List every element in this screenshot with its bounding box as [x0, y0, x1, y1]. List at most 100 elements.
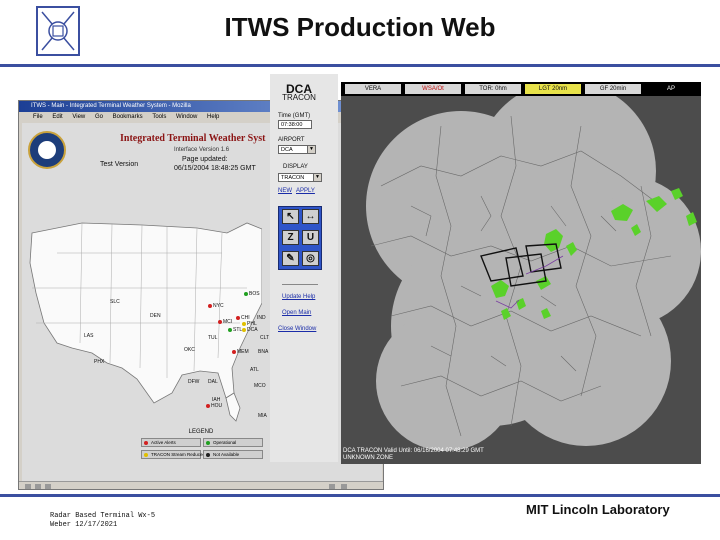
app-title: Integrated Terminal Weather Syst [120, 133, 266, 144]
security-lock-icon [329, 484, 335, 489]
airport-marker-den[interactable]: DEN [150, 313, 161, 319]
chevron-down-icon: ▼ [313, 174, 321, 181]
airport-marker-atl[interactable]: ATL [250, 367, 259, 373]
slide-title: ITWS Production Web [224, 12, 496, 42]
display-select[interactable]: TRACON ▼ [278, 173, 322, 182]
airport-marker-hou[interactable]: HOU [206, 403, 222, 409]
footer-line-2: Weber 12/17/2021 [50, 521, 118, 529]
radar-map [366, 96, 701, 451]
new-link[interactable]: NEW [278, 188, 292, 194]
tab-vera[interactable]: VERA [345, 84, 401, 94]
valid-until-text: DCA TRACON Valid Until: 06/16/2004 07:48… [343, 448, 484, 454]
time-field[interactable]: 07:38:00 [278, 120, 312, 129]
airport-marker-clt[interactable]: CLT [260, 335, 269, 341]
tab-lightning[interactable]: LGT 20nm [525, 84, 581, 94]
radar-status: DCA TRACON Valid Until: 06/16/2004 07:48… [341, 448, 701, 462]
status-dot [244, 291, 248, 296]
faa-seal-icon [28, 131, 66, 169]
airport-marker-las[interactable]: LAS [84, 333, 93, 339]
divider [282, 284, 318, 285]
us-map[interactable] [22, 193, 262, 443]
tab-ap[interactable]: AP [645, 84, 697, 94]
airport-marker-phx[interactable]: PHX [94, 359, 104, 365]
airport-marker-mci[interactable]: MCI [218, 319, 232, 325]
zoom-tool-button[interactable]: Z [282, 230, 299, 245]
bottom-rule [0, 494, 720, 497]
footer-lab-name: MIT Lincoln Laboratory [526, 502, 670, 517]
airport-marker-bna[interactable]: BNA [258, 349, 268, 355]
menu-go[interactable]: Go [95, 114, 103, 120]
airport-marker-dal[interactable]: DAL [208, 379, 218, 385]
unzoom-tool-button[interactable]: U [302, 230, 319, 245]
airport-marker-mco[interactable]: MCO [254, 383, 266, 389]
map-toolbox: ↖ ↔ Z U ✎ ◎ [278, 206, 322, 270]
status-icon [25, 484, 31, 489]
pan-tool-button[interactable]: ↔ [302, 209, 319, 224]
legend-item: TRACON Stream Reduced [141, 450, 205, 459]
test-version: Test Version [100, 161, 139, 168]
status-dot [236, 315, 240, 320]
status-dot [232, 349, 236, 354]
airport-select[interactable]: DCA ▼ [278, 145, 316, 154]
airport-marker-nyc[interactable]: NYC [208, 303, 224, 309]
legend-item: Active Alerts [141, 438, 201, 447]
footer-left: Radar Based Terminal Wx-5 Weber 12/17/20… [50, 512, 155, 530]
footer-line-1: Radar Based Terminal Wx-5 [50, 512, 156, 520]
airport-label: AIRPORT [278, 137, 305, 143]
radar-display[interactable]: DCA TRACON Valid Until: 06/16/2004 07:48… [341, 96, 701, 464]
menu-edit[interactable]: Edit [52, 114, 62, 120]
tab-tornado[interactable]: TOR: 0hm [465, 84, 521, 94]
chevron-down-icon: ▼ [307, 146, 315, 153]
legend-item: Not Available [203, 450, 263, 459]
airport-marker-bos[interactable]: BOS [244, 291, 260, 297]
apply-link[interactable]: APPLY [296, 188, 315, 194]
radar-coverage [366, 96, 701, 451]
status-dot [242, 327, 246, 332]
airport-marker-slc[interactable]: SLC [110, 299, 120, 305]
zone-text: UNKNOWN ZONE [343, 455, 393, 461]
pointer-tool-button[interactable]: ↖ [282, 209, 299, 224]
airport-marker-okc[interactable]: OKC [184, 347, 195, 353]
interface-version: Interface Version 1.6 [174, 147, 230, 153]
range-ring-tool-button[interactable]: ◎ [302, 251, 319, 266]
menu-help[interactable]: Help [207, 114, 219, 120]
tab-wsa[interactable]: WSA/Ot [405, 84, 461, 94]
open-main-link[interactable]: Open Main [282, 310, 311, 316]
status-dot [206, 403, 210, 408]
browser-statusbar [19, 481, 383, 489]
legend-item: Operational [203, 438, 263, 447]
airport-marker-ind[interactable]: IND [257, 315, 266, 321]
legend-dot [206, 453, 210, 457]
page-updated-label: Page updated: [182, 156, 228, 163]
time-label: Time (GMT) [278, 113, 311, 119]
menu-tools[interactable]: Tools [152, 114, 166, 120]
itws-control-panel: DCA TRACON Time (GMT) 07:38:00 AIRPORT D… [270, 74, 338, 462]
map-legend: LEGEND Active Alerts Operational TRACON … [137, 429, 265, 465]
status-dot [242, 321, 246, 326]
tab-gust-front[interactable]: GF 20min [585, 84, 641, 94]
status-dot [228, 327, 232, 332]
legend-dot [206, 441, 210, 445]
display-label: DISPLAY [283, 164, 308, 170]
menu-window[interactable]: Window [176, 114, 197, 120]
legend-title: LEGEND [188, 429, 214, 435]
airport-marker-mem[interactable]: MEM [232, 349, 249, 355]
update-help-link[interactable]: Update Help [282, 294, 315, 300]
airport-marker-tul[interactable]: TUL [208, 335, 217, 341]
draw-tool-button[interactable]: ✎ [282, 251, 299, 266]
airport-marker-stl[interactable]: STL [228, 327, 242, 333]
legend-dot [144, 441, 148, 445]
product-tab-bar: VERA WSA/Ot TOR: 0hm LGT 20nm GF 20min A… [341, 82, 701, 96]
airport-marker-dca[interactable]: DCA [242, 327, 258, 333]
status-icon [35, 484, 41, 489]
window-title: ITWS - Main - Integrated Terminal Weathe… [31, 103, 191, 109]
close-window-link[interactable]: Close Window [278, 326, 316, 332]
airport-marker-dfw[interactable]: DFW [188, 379, 199, 385]
menu-file[interactable]: File [33, 114, 43, 120]
status-dot [218, 319, 222, 324]
tracon-heading: TRACON [282, 93, 316, 102]
status-icon [341, 484, 347, 489]
menu-view[interactable]: View [72, 114, 85, 120]
airport-marker-mia[interactable]: MIA [258, 413, 267, 419]
menu-bookmarks[interactable]: Bookmarks [113, 114, 143, 120]
